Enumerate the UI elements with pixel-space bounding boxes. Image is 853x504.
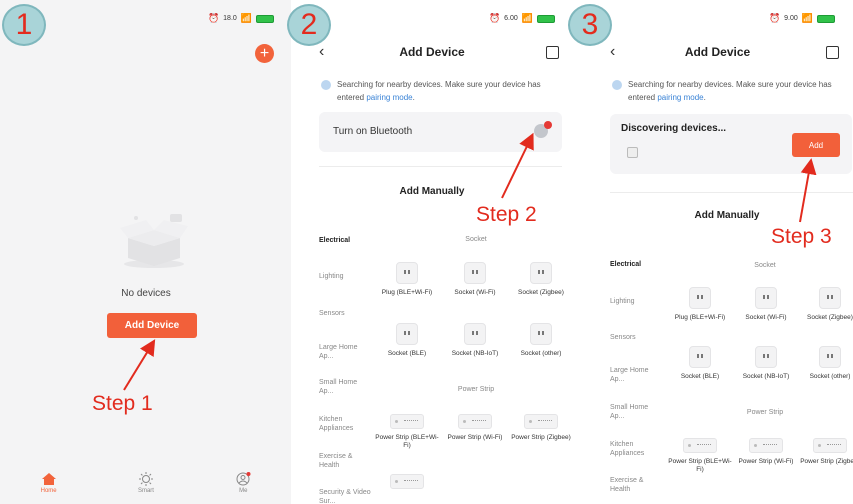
step-3-arrow bbox=[799, 158, 817, 223]
step-2-label: Step 2 bbox=[476, 203, 537, 226]
step-2-arrow bbox=[501, 132, 534, 199]
step-badge-1: 1 bbox=[2, 4, 46, 46]
tutorial-canvas: ⏰ 18.0 📶 + No devices Add Device Home Sm… bbox=[0, 0, 853, 504]
step-3-label: Step 3 bbox=[771, 225, 832, 248]
annotation-arrows bbox=[123, 132, 817, 391]
step-badge-3: 3 bbox=[568, 4, 612, 46]
step-1-arrow bbox=[123, 339, 156, 391]
step-1-label: Step 1 bbox=[92, 392, 153, 415]
step-badge-2: 2 bbox=[287, 4, 331, 46]
